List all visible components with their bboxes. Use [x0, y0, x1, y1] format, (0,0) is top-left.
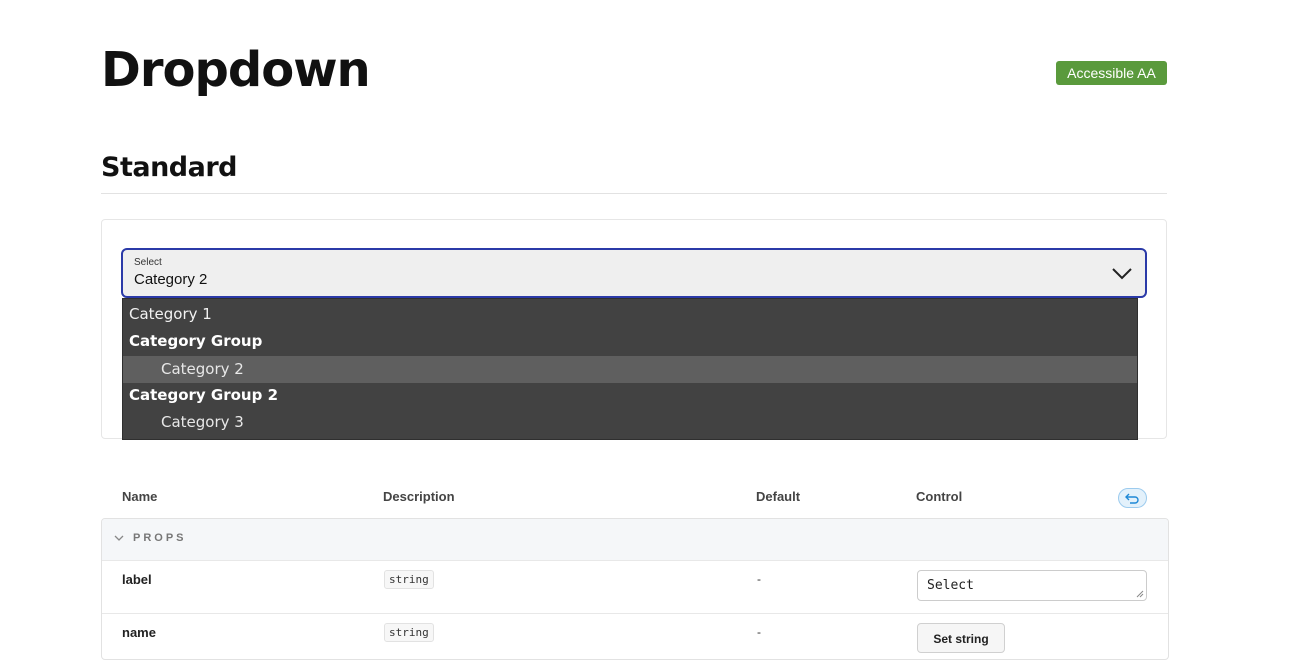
chevron-down-icon[interactable] [1111, 263, 1133, 283]
column-header-default: Default [756, 489, 801, 504]
prop-name: label [122, 572, 152, 587]
select-label: Select [134, 257, 162, 268]
label-control-input[interactable]: Select [917, 570, 1147, 601]
prop-default: - [757, 625, 761, 639]
menu-group-category-group-2: Category Group 2 [129, 386, 279, 404]
chevron-down-icon [114, 535, 124, 541]
accessibility-badge: Accessible AA [1056, 61, 1167, 85]
menu-option-category-2[interactable]: Category 2 [123, 356, 1137, 383]
column-header-control: Control [916, 489, 963, 504]
section-title: Standard [101, 152, 237, 183]
props-group-label: PROPS [133, 532, 187, 544]
undo-icon [1125, 493, 1139, 504]
props-table: PROPS label string - Select name string … [101, 518, 1169, 660]
section-divider [101, 193, 1167, 194]
dropdown-menu: Category 1 Category Group Category 2 Cat… [122, 298, 1138, 440]
table-row: name string - Set string [102, 613, 1168, 659]
page-title: Dropdown [101, 42, 371, 98]
dropdown-select[interactable]: Select Category 2 [121, 248, 1147, 298]
menu-option-category-3[interactable]: Category 3 [123, 409, 1137, 436]
column-header-name: Name [122, 489, 158, 504]
prop-default: - [757, 572, 761, 586]
resize-grip-icon[interactable] [1136, 590, 1144, 598]
set-string-button[interactable]: Set string [917, 623, 1005, 653]
table-row: label string - Select [102, 560, 1168, 614]
menu-option-category-1[interactable]: Category 1 [123, 301, 1137, 328]
select-value: Category 2 [134, 271, 208, 288]
column-header-description: Description [383, 489, 455, 504]
prop-type: string [384, 623, 434, 642]
prop-name: name [122, 625, 156, 640]
props-group-row[interactable]: PROPS [102, 519, 1168, 561]
prop-type: string [384, 570, 434, 589]
menu-group-category-group: Category Group [129, 332, 263, 350]
reset-controls-button[interactable] [1118, 488, 1147, 508]
label-control-value: Select [927, 578, 974, 593]
